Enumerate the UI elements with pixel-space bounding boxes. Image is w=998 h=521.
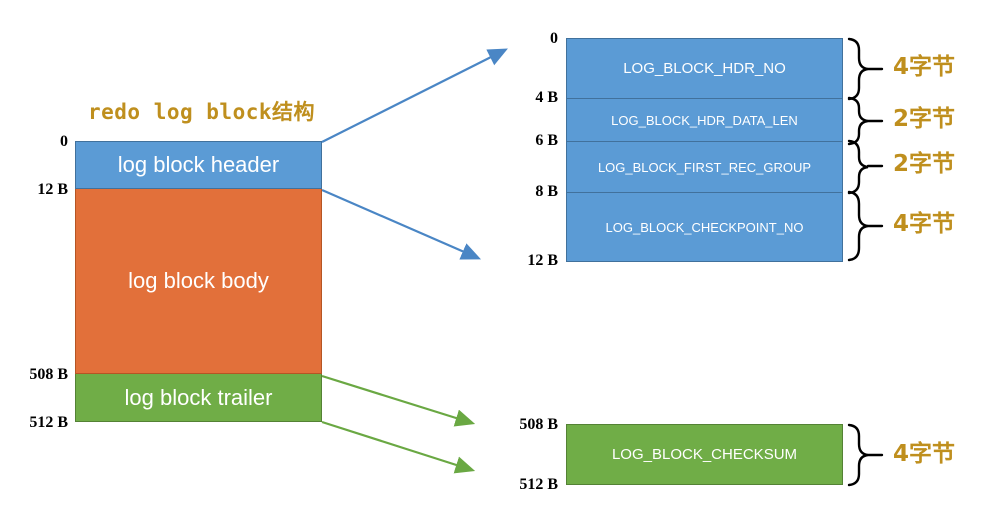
header-row-log-block-hdr-no-label: LOG_BLOCK_HDR_NO	[623, 60, 786, 77]
header-size-hdr-data-len: 2字节	[893, 106, 956, 132]
trailer-offset-512b: 512 B	[519, 476, 558, 493]
header-offset-6b: 6 B	[535, 132, 558, 149]
header-row-log-block-first-rec-group: LOG_BLOCK_FIRST_REC_GROUP	[566, 141, 843, 192]
header-row-log-block-checkpoint-no-label: LOG_BLOCK_CHECKPOINT_NO	[605, 219, 804, 235]
block-log-block-body-label: log block body	[128, 268, 269, 293]
block-log-block-header-label: log block header	[117, 152, 280, 177]
trailer-row-log-block-checksum-label: LOG_BLOCK_CHECKSUM	[611, 446, 798, 463]
header-size-checkpoint-no: 4字节	[893, 211, 956, 237]
trailer-detail-panel: LOG_BLOCK_CHECKSUM	[566, 424, 843, 485]
header-size-hdr-no: 4字节	[893, 54, 956, 80]
header-row-log-block-checkpoint-no: LOG_BLOCK_CHECKPOINT_NO	[566, 192, 843, 262]
trailer-size-checksum: 4字节	[893, 441, 956, 467]
trailer-connector-arrows	[321, 374, 476, 474]
header-offset-4b: 4 B	[535, 89, 558, 106]
header-size-braces	[847, 37, 884, 262]
main-offset-512b: 512 B	[29, 414, 68, 431]
header-offset-8b: 8 B	[535, 183, 558, 200]
redo-log-block-diagram: redo log block结构 0 12 B 508 B 512 B log …	[0, 0, 998, 521]
block-log-block-trailer-label: log block trailer	[124, 384, 273, 410]
diagram-title: redo log block结构	[88, 100, 316, 124]
trailer-offset-508b: 508 B	[519, 416, 558, 433]
header-row-log-block-hdr-no: LOG_BLOCK_HDR_NO	[566, 38, 843, 98]
header-size-first-rec-group: 2字节	[893, 151, 956, 177]
header-row-log-block-hdr-data-len: LOG_BLOCK_HDR_DATA_LEN	[566, 98, 843, 141]
trailer-row-log-block-checksum: LOG_BLOCK_CHECKSUM	[566, 424, 843, 485]
header-row-log-block-first-rec-group-label: LOG_BLOCK_FIRST_REC_GROUP	[597, 159, 812, 175]
header-detail-panel: LOG_BLOCK_HDR_NO LOG_BLOCK_HDR_DATA_LEN …	[566, 38, 843, 262]
header-offset-12b: 12 B	[527, 252, 558, 269]
block-log-block-trailer: log block trailer	[75, 374, 322, 422]
trailer-size-brace	[847, 423, 884, 487]
header-row-log-block-hdr-data-len-label: LOG_BLOCK_HDR_DATA_LEN	[611, 112, 798, 128]
block-log-block-body: log block body	[75, 189, 322, 374]
block-log-block-header: log block header	[75, 141, 322, 189]
main-offset-0: 0	[60, 133, 68, 150]
main-offset-12b: 12 B	[37, 181, 68, 198]
main-offset-508b: 508 B	[29, 366, 68, 383]
header-offset-0: 0	[550, 30, 558, 47]
header-connector-arrows	[321, 48, 508, 260]
